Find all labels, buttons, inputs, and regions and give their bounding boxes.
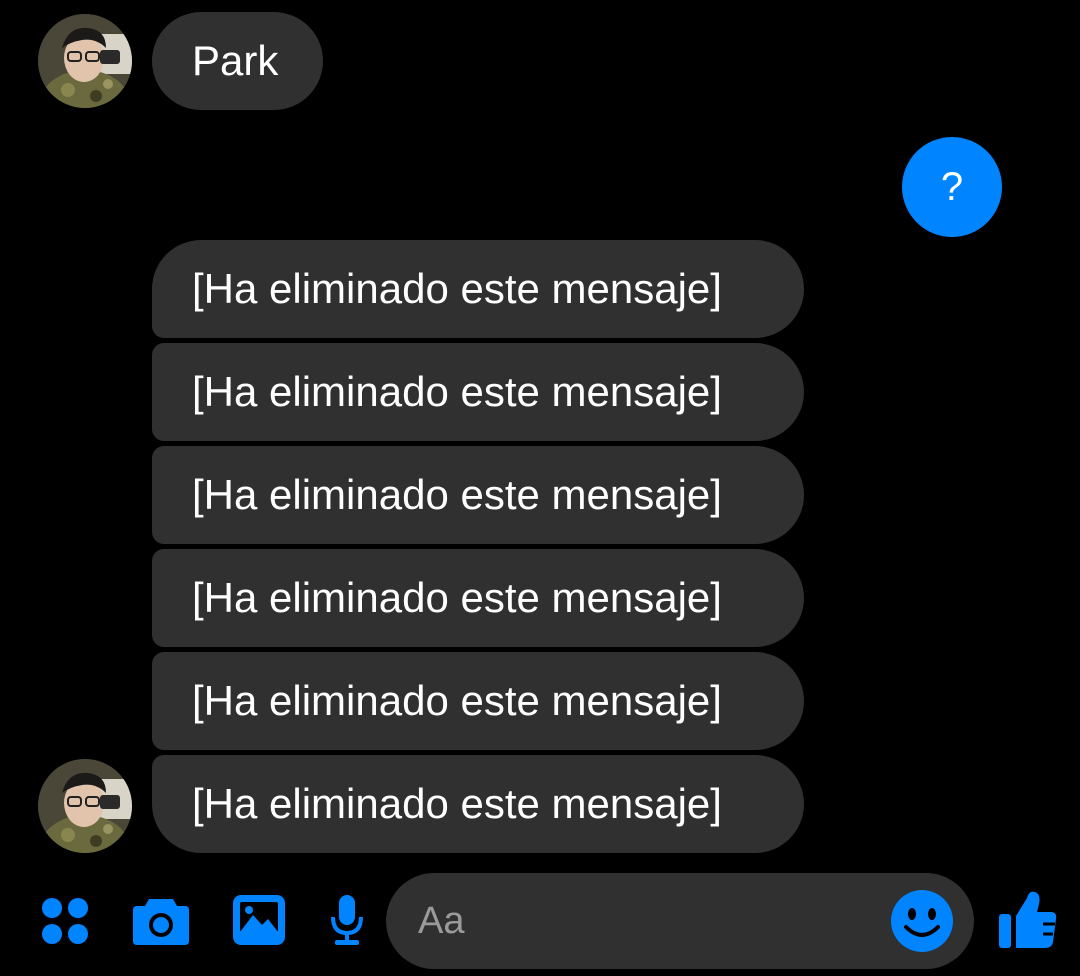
- message-input-placeholder: Aa: [418, 900, 465, 942]
- message-input[interactable]: Aa: [386, 873, 974, 969]
- message-composer: Aa: [0, 866, 1080, 976]
- thumbs-up-icon[interactable]: [997, 888, 1059, 952]
- apps-grid-icon[interactable]: [40, 896, 90, 946]
- gallery-icon[interactable]: [231, 893, 287, 947]
- contact-avatar[interactable]: [38, 14, 132, 108]
- sent-message[interactable]: ?: [902, 137, 1002, 237]
- received-message-deleted[interactable]: [Ha eliminado este mensaje]: [152, 549, 804, 647]
- camera-icon[interactable]: [131, 895, 191, 947]
- received-message-deleted[interactable]: [Ha eliminado este mensaje]: [152, 446, 804, 544]
- avatar-photo: [38, 759, 132, 853]
- contact-avatar[interactable]: [38, 759, 132, 853]
- emoji-icon[interactable]: [890, 889, 954, 953]
- received-message-deleted[interactable]: [Ha eliminado este mensaje]: [152, 343, 804, 441]
- received-message-name[interactable]: Park: [152, 12, 323, 110]
- received-message-deleted[interactable]: [Ha eliminado este mensaje]: [152, 652, 804, 750]
- received-message-deleted[interactable]: [Ha eliminado este mensaje]: [152, 755, 804, 853]
- avatar-photo: [38, 14, 132, 108]
- microphone-icon[interactable]: [330, 893, 364, 947]
- received-message-deleted[interactable]: [Ha eliminado este mensaje]: [152, 240, 804, 338]
